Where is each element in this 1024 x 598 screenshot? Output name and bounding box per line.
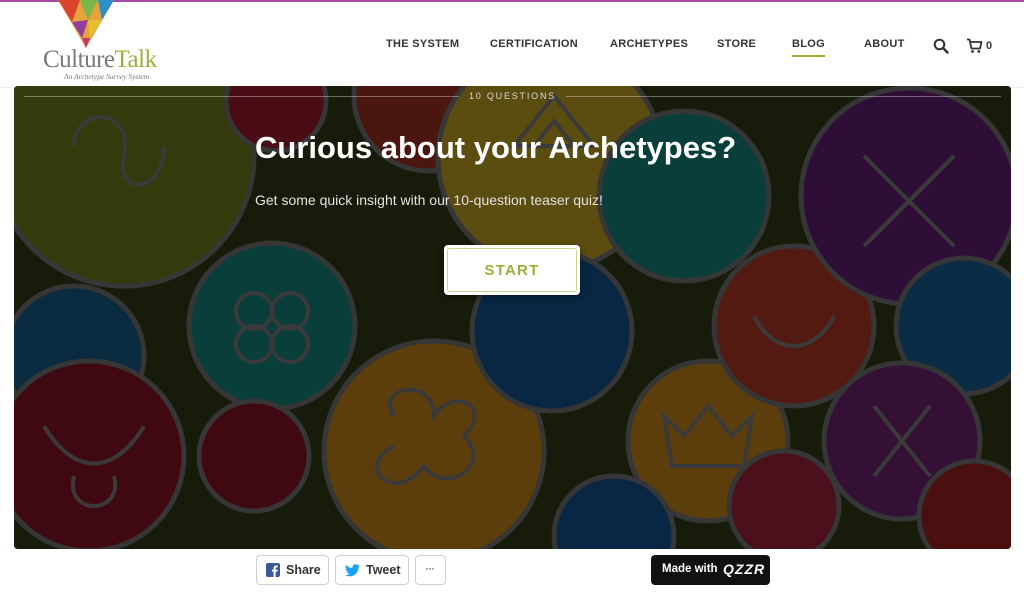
logo-triangle-icon [58,0,114,48]
nav-archetypes[interactable]: ARCHETYPES [610,38,688,50]
nav-about[interactable]: ABOUT [864,38,905,50]
nav-certification[interactable]: CERTIFICATION [490,38,578,50]
start-button-label: START [447,248,577,292]
qzzr-logo: QZZR [723,561,766,577]
twitter-tweet-label: Tweet [366,563,401,577]
question-count: 10 QUESTIONS [468,91,557,101]
facebook-share-label: Share [286,563,321,577]
made-with-qzzr-badge[interactable]: Made with QZZR [651,555,770,585]
quiz-subtitle: Get some quick insight with our 10-quest… [255,192,603,208]
twitter-tweet-button[interactable]: Tweet [335,555,409,585]
start-button[interactable]: START [444,245,580,295]
culturetalk-logo[interactable]: CultureTalk An Archetype Survey System [40,0,190,86]
cart-count: 0 [986,40,993,52]
quiz-title: Curious about your Archetypes? [255,130,737,165]
more-options-icon: ··· [425,561,435,575]
search-icon[interactable] [933,38,949,54]
site-header: CultureTalk An Archetype Survey System T… [0,0,1024,88]
twitter-icon [345,564,360,577]
facebook-share-button[interactable]: Share [256,555,329,585]
quiz-cover: 10 QUESTIONS Curious about your Archetyp… [14,86,1011,549]
more-share-button[interactable]: ··· [415,555,446,585]
made-with-label: Made with [662,563,718,575]
nav-store[interactable]: STORE [717,38,756,50]
logo-wordmark: CultureTalk [43,46,157,73]
nav-blog[interactable]: BLOG [792,38,825,57]
nav-the-system[interactable]: THE SYSTEM [386,38,459,50]
cart-icon [967,38,983,53]
logo-tagline: An Archetype Survey System [64,72,150,81]
facebook-icon [266,563,280,577]
